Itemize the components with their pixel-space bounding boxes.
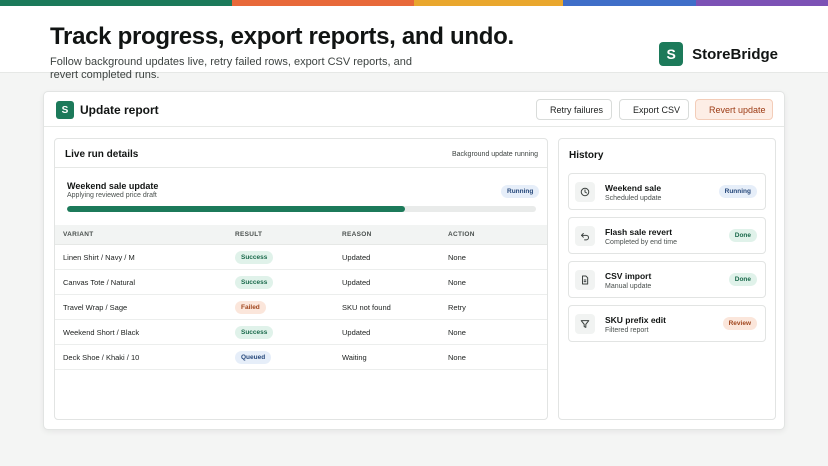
table-row[interactable]: Weekend Short / Black Success Updated No…: [55, 320, 547, 345]
variant-cell: Travel Wrap / Sage: [63, 302, 128, 312]
live-run-status: Background update running: [451, 151, 538, 158]
job-description: Applying reviewed price draft: [67, 192, 157, 199]
history-title: History: [569, 150, 604, 161]
history-item-name: Flash sale revert: [605, 227, 673, 237]
reason-cell: Updated: [342, 277, 371, 287]
revert-update-label: Revert update: [709, 104, 766, 115]
variant-cell: Deck Shoe / Khaki / 10: [63, 352, 140, 362]
result-badge: Success: [235, 251, 274, 264]
reason-cell: Updated: [342, 327, 371, 337]
action-cell: None: [448, 352, 466, 362]
live-run-panel: Live run details Background update runni…: [54, 138, 548, 420]
history-item[interactable]: SKU prefix edit Filtered report Review: [568, 305, 766, 342]
table-row[interactable]: Travel Wrap / Sage Failed SKU not found …: [55, 295, 547, 320]
result-badge: Queued: [235, 351, 272, 364]
history-status-badge: Done: [728, 273, 757, 286]
result-badge: Success: [235, 326, 274, 339]
result-badge: Success: [235, 276, 274, 289]
brand-logo-icon: S: [659, 42, 684, 66]
retry-failures-label: Retry failures: [550, 104, 604, 115]
history-status-badge: Done: [728, 229, 757, 242]
variant-cell: Weekend Short / Black: [63, 327, 140, 337]
hero-title: Track progress, export reports, and undo…: [50, 23, 514, 50]
clock-icon: [575, 182, 595, 202]
update-report-card: S Update report Retry failures Export CS…: [43, 91, 785, 430]
revert-update-button[interactable]: Revert update: [695, 99, 773, 120]
export-csv-button[interactable]: Export CSV: [619, 99, 689, 120]
history-item-description: Filtered report: [605, 327, 649, 334]
action-cell: None: [448, 252, 466, 262]
brand-name: StoreBridge: [692, 45, 778, 63]
job-progress-fill: [67, 206, 405, 212]
card-header: S Update report Retry failures Export CS…: [44, 92, 784, 127]
job-name: Weekend sale update: [67, 181, 159, 191]
export-csv-label: Export CSV: [633, 104, 681, 115]
reason-cell: Updated: [342, 252, 371, 262]
job-status-badge: Running: [501, 185, 540, 198]
history-item[interactable]: CSV import Manual update Done: [568, 261, 766, 298]
column-header-reason: REASON: [342, 231, 372, 238]
reason-cell: Waiting: [342, 352, 367, 362]
history-item-description: Manual update: [605, 283, 652, 290]
table-row[interactable]: Canvas Tote / Natural Success Updated No…: [55, 270, 547, 295]
table-row[interactable]: Linen Shirt / Navy / M Success Updated N…: [55, 245, 547, 270]
history-item-name: Weekend sale: [605, 183, 662, 193]
results-table: VARIANT RESULT REASON ACTION Linen Shirt…: [55, 225, 547, 370]
column-header-variant: VARIANT: [63, 231, 94, 238]
action-cell: None: [448, 327, 466, 337]
history-item-name: CSV import: [605, 271, 652, 281]
variant-cell: Canvas Tote / Natural: [63, 277, 135, 287]
live-run-header: Live run details Background update runni…: [55, 139, 547, 168]
retry-failures-button[interactable]: Retry failures: [536, 99, 612, 120]
reason-cell: SKU not found: [342, 302, 391, 312]
action-cell[interactable]: Retry: [448, 303, 466, 312]
history-item[interactable]: Weekend sale Scheduled update Running: [568, 173, 766, 210]
table-row[interactable]: Deck Shoe / Khaki / 10 Queued Waiting No…: [55, 345, 547, 370]
live-run-title: Live run details: [65, 149, 139, 160]
column-header-action: ACTION: [448, 231, 475, 238]
history-panel: History Weekend sale Scheduled update Ru…: [558, 138, 776, 420]
job-progress-bar: [67, 206, 536, 212]
undo-icon: [575, 226, 595, 246]
history-item-name: SKU prefix edit: [605, 315, 666, 325]
history-status-badge: Review: [722, 317, 757, 330]
history-item[interactable]: Flash sale revert Completed by end time …: [568, 217, 766, 254]
action-cell: None: [448, 277, 466, 287]
hero-subtitle: Follow background updates live, retry fa…: [50, 56, 412, 81]
variant-cell: Linen Shirt / Navy / M: [63, 252, 135, 262]
table-header: VARIANT RESULT REASON ACTION: [55, 225, 547, 245]
filter-icon: [575, 314, 595, 334]
card-logo-icon: S: [56, 101, 74, 119]
brand: S StoreBridge: [659, 42, 778, 66]
result-badge: Failed: [235, 301, 266, 314]
file-icon: [575, 270, 595, 290]
hero-header: Track progress, export reports, and undo…: [0, 6, 828, 81]
history-status-badge: Running: [718, 185, 757, 198]
history-item-description: Scheduled update: [605, 195, 662, 202]
history-item-description: Completed by end time: [605, 239, 677, 246]
card-title: Update report: [80, 103, 159, 117]
column-header-result: RESULT: [235, 231, 263, 238]
